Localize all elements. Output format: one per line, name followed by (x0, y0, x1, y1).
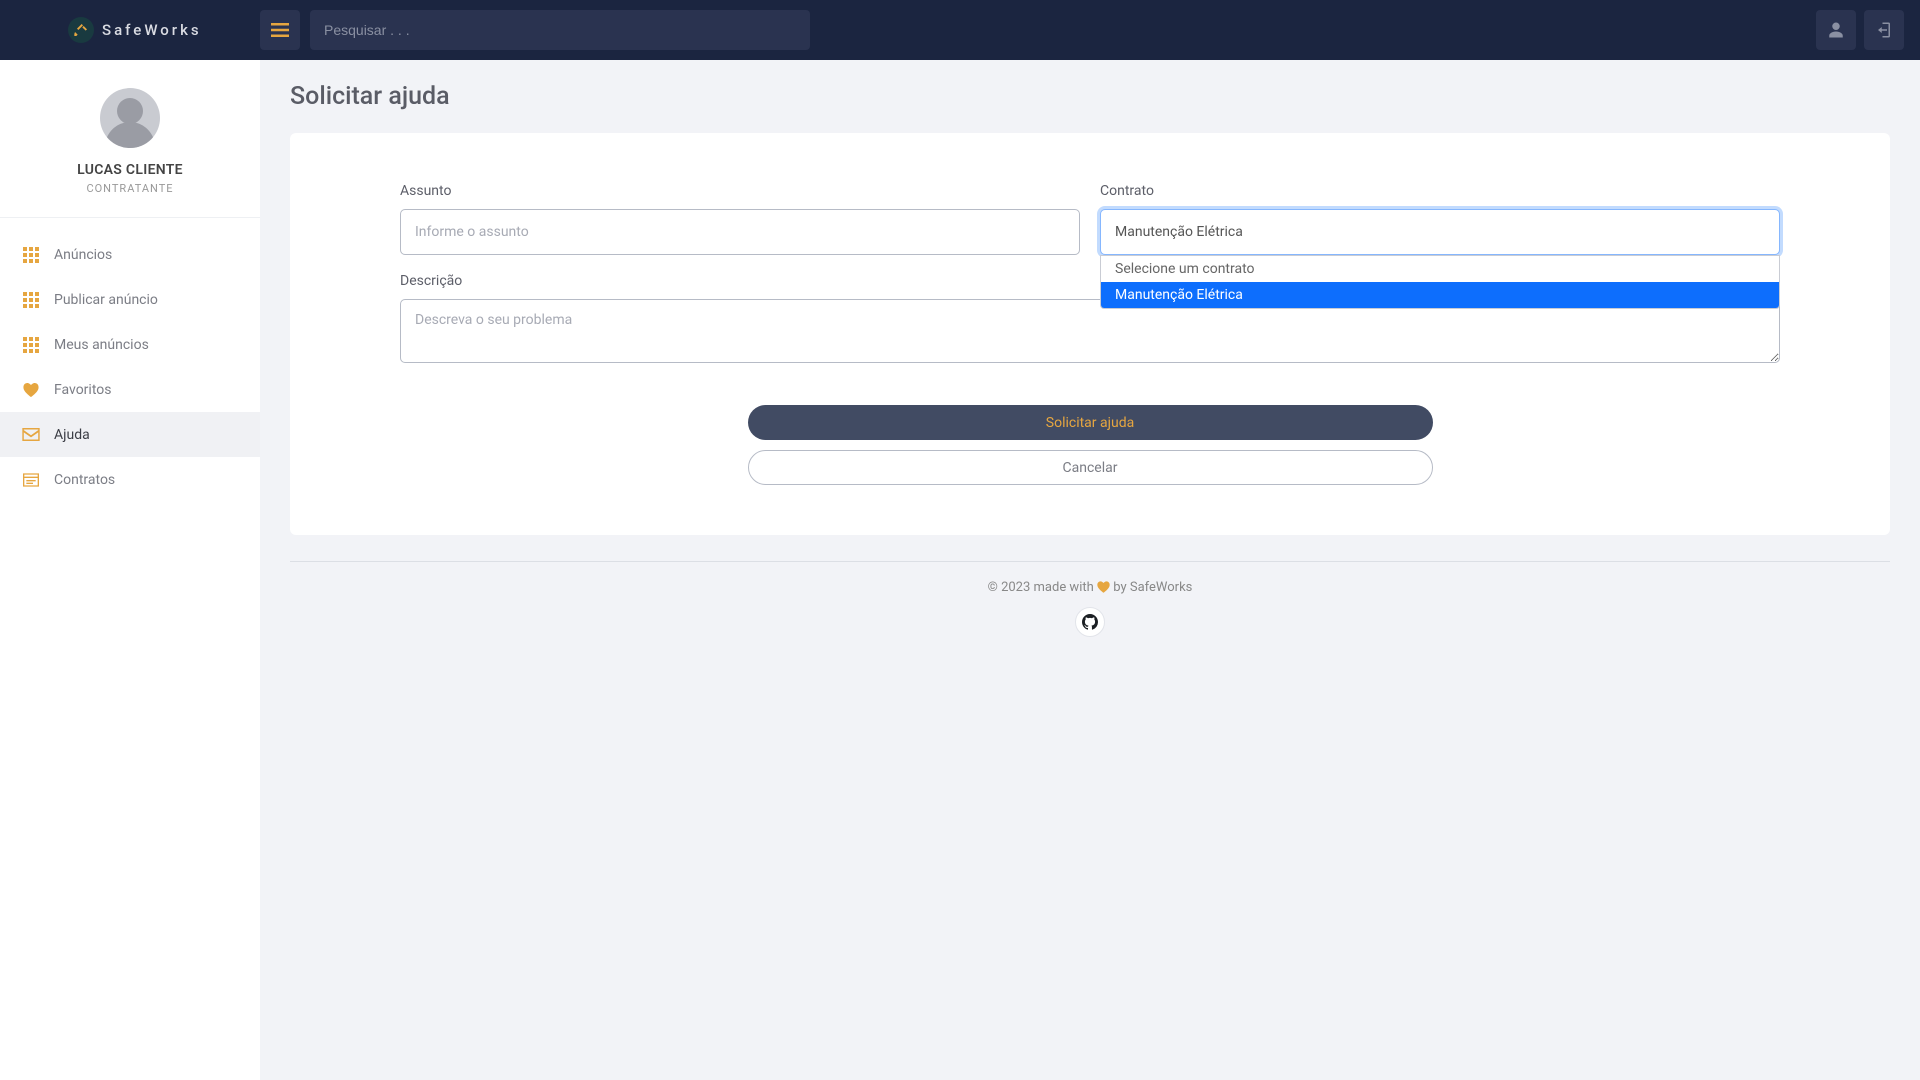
user-name: LUCAS CLIENTE (0, 162, 260, 178)
grid-icon (22, 246, 40, 264)
main-content: Solicitar ajuda Assunto Contrato Manuten… (260, 60, 1920, 1080)
heart-icon (1097, 581, 1110, 593)
footer-suffix: by (1113, 580, 1130, 595)
sidebar-item-contratos[interactable]: Contratos (0, 457, 260, 502)
sidebar-nav: Anúncios Publicar anúncio Meus anúncios … (0, 218, 260, 516)
topbar: SafeWorks (0, 0, 1920, 60)
brand-logo: SafeWorks (0, 17, 260, 43)
sidebar-item-label: Contratos (54, 472, 115, 488)
search-input[interactable] (324, 22, 796, 38)
cancel-button[interactable]: Cancelar (748, 450, 1433, 485)
github-icon (1082, 614, 1098, 630)
sidebar-item-label: Favoritos (54, 382, 111, 398)
submit-button[interactable]: Solicitar ajuda (748, 405, 1433, 440)
sidebar-item-label: Ajuda (54, 427, 90, 443)
sidebar-item-anuncios[interactable]: Anúncios (0, 232, 260, 277)
logout-button[interactable] (1864, 10, 1904, 50)
grid-icon (22, 291, 40, 309)
help-form-card: Assunto Contrato Manutenção Elétrica Sel… (290, 133, 1890, 535)
menu-toggle-button[interactable] (260, 10, 300, 50)
bars-icon (271, 23, 289, 37)
profile-block: LUCAS CLIENTE CONTRATANTE (0, 60, 260, 218)
subject-input[interactable] (400, 209, 1080, 255)
logout-icon (1875, 21, 1893, 39)
github-link[interactable] (1075, 607, 1105, 637)
search-wrap (310, 10, 810, 50)
brand-name: SafeWorks (102, 21, 202, 39)
avatar (100, 88, 160, 148)
sidebar-item-publicar[interactable]: Publicar anúncio (0, 277, 260, 322)
contract-label: Contrato (1100, 183, 1780, 199)
user-icon (1827, 21, 1845, 39)
profile-button[interactable] (1816, 10, 1856, 50)
subject-label: Assunto (400, 183, 1080, 199)
footer-brand: SafeWorks (1130, 580, 1193, 595)
contract-selected-value: Manutenção Elétrica (1115, 224, 1243, 240)
contract-dropdown: Selecione um contrato Manutenção Elétric… (1100, 255, 1780, 309)
document-icon (22, 471, 40, 489)
contract-option[interactable]: Manutenção Elétrica (1101, 282, 1779, 308)
contract-option[interactable]: Selecione um contrato (1101, 256, 1779, 282)
sidebar-item-label: Meus anúncios (54, 337, 149, 353)
envelope-icon (22, 426, 40, 444)
sidebar-item-ajuda[interactable]: Ajuda (0, 412, 260, 457)
sidebar-item-meus-anuncios[interactable]: Meus anúncios (0, 322, 260, 367)
grid-icon (22, 336, 40, 354)
user-role: CONTRATANTE (0, 182, 260, 195)
heart-icon (22, 381, 40, 399)
sidebar: LUCAS CLIENTE CONTRATANTE Anúncios Publi… (0, 60, 260, 1080)
page-title: Solicitar ajuda (290, 82, 1890, 111)
sidebar-item-label: Publicar anúncio (54, 292, 158, 308)
footer: © 2023 made with by SafeWorks (290, 561, 1890, 637)
sidebar-item-label: Anúncios (54, 247, 112, 263)
contract-select[interactable]: Manutenção Elétrica (1100, 209, 1780, 255)
sidebar-item-favoritos[interactable]: Favoritos (0, 367, 260, 412)
hammer-icon (68, 17, 94, 43)
footer-prefix: © 2023 made with (988, 580, 1097, 595)
